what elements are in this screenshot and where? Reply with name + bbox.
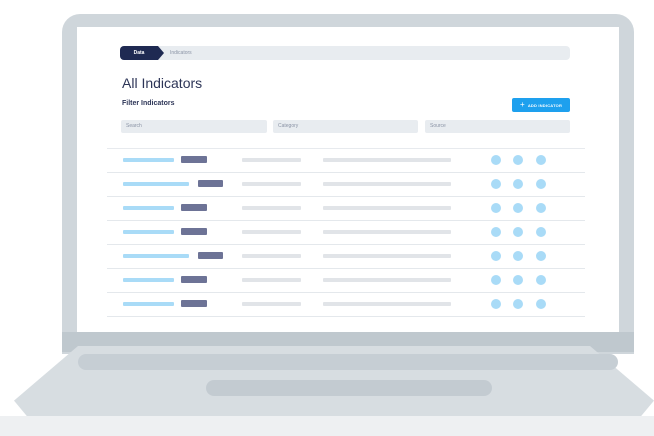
indicator-name-placeholder <box>123 230 174 234</box>
indicator-tag-placeholder <box>198 252 223 259</box>
search-input[interactable]: Search <box>121 120 267 133</box>
table-row[interactable] <box>107 293 585 317</box>
action-dot[interactable] <box>491 299 501 309</box>
indicator-tag-placeholder <box>181 156 207 163</box>
floor-shadow <box>0 416 654 436</box>
source-placeholder <box>323 206 451 210</box>
source-select[interactable]: Source <box>425 120 570 133</box>
category-placeholder <box>242 254 301 258</box>
source-placeholder <box>323 302 451 306</box>
indicator-name-placeholder <box>123 302 174 306</box>
laptop-screen: Data Indicators All Indicators Filter In… <box>77 27 619 332</box>
action-dot[interactable] <box>513 203 523 213</box>
table-row[interactable] <box>107 245 585 269</box>
category-placeholder <box>242 206 301 210</box>
table-row[interactable] <box>107 197 585 221</box>
action-dot[interactable] <box>513 275 523 285</box>
indicator-tag-placeholder <box>181 204 207 211</box>
source-placeholder <box>323 254 451 258</box>
action-dot[interactable] <box>491 251 501 261</box>
action-dot[interactable] <box>536 275 546 285</box>
category-placeholder <box>242 302 301 306</box>
page-title: All Indicators <box>122 75 203 91</box>
table-row[interactable] <box>107 221 585 245</box>
indicator-tag-placeholder <box>181 276 207 283</box>
action-dot[interactable] <box>536 203 546 213</box>
category-placeholder <box>242 158 301 162</box>
action-dot[interactable] <box>513 299 523 309</box>
action-dot[interactable] <box>491 179 501 189</box>
indicator-name-placeholder <box>123 158 174 162</box>
action-dot[interactable] <box>536 179 546 189</box>
action-dot[interactable] <box>536 227 546 237</box>
action-dot[interactable] <box>491 275 501 285</box>
category-placeholder <box>242 182 301 186</box>
action-dot[interactable] <box>536 251 546 261</box>
breadcrumb-item-indicators[interactable]: Indicators <box>170 46 192 60</box>
source-placeholder <box>323 278 451 282</box>
laptop-trackpad <box>206 380 492 396</box>
table-row[interactable] <box>107 149 585 173</box>
action-dot[interactable] <box>513 179 523 189</box>
action-dot[interactable] <box>536 299 546 309</box>
indicator-name-placeholder <box>123 182 189 186</box>
action-dot[interactable] <box>513 251 523 261</box>
add-indicator-label: ADD INDICATOR <box>527 102 563 108</box>
indicator-name-placeholder <box>123 254 189 258</box>
plus-icon: + <box>519 100 525 109</box>
category-placeholder <box>242 278 301 282</box>
breadcrumb-item-data[interactable]: Data <box>120 46 164 60</box>
indicator-name-placeholder <box>123 278 174 282</box>
indicator-name-placeholder <box>123 206 174 210</box>
action-dot[interactable] <box>491 203 501 213</box>
action-dot[interactable] <box>513 155 523 165</box>
laptop-keyboard-edge <box>78 354 618 370</box>
filter-title: Filter Indicators <box>122 100 175 107</box>
table-row[interactable] <box>107 173 585 197</box>
indicator-tag-placeholder <box>198 180 223 187</box>
source-placeholder <box>323 230 451 234</box>
action-dot[interactable] <box>513 227 523 237</box>
indicator-tag-placeholder <box>181 228 207 235</box>
table-row[interactable] <box>107 269 585 293</box>
action-dot[interactable] <box>491 155 501 165</box>
source-placeholder <box>323 158 451 162</box>
indicator-tag-placeholder <box>181 300 207 307</box>
breadcrumb: Data Indicators <box>120 46 570 60</box>
add-indicator-button[interactable]: + ADD INDICATOR <box>512 98 570 112</box>
category-placeholder <box>242 230 301 234</box>
category-select[interactable]: Category <box>273 120 418 133</box>
action-dot[interactable] <box>536 155 546 165</box>
action-dot[interactable] <box>491 227 501 237</box>
source-placeholder <box>323 182 451 186</box>
